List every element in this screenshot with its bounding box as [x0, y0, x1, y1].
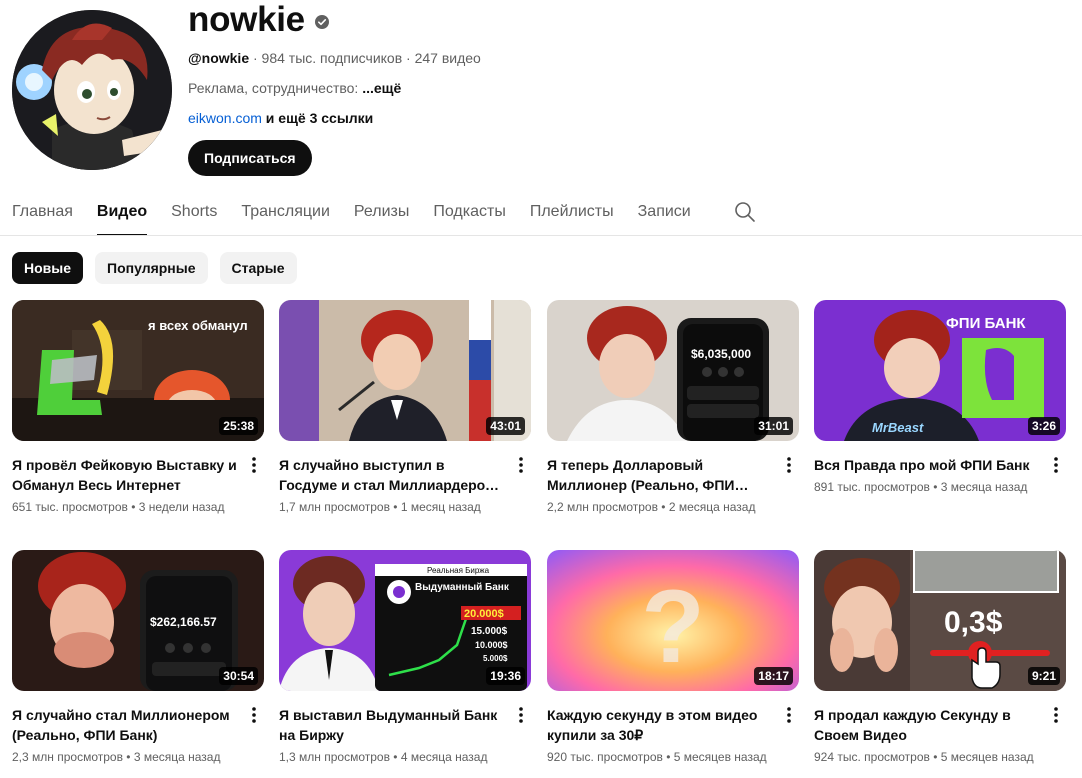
video-title[interactable]: Я случайно стал Миллионером (Реально, ФП…	[12, 705, 237, 745]
thumb-balance: $6,035,000	[691, 347, 751, 361]
more-links-button[interactable]: и ещё 3 ссылки	[262, 110, 374, 126]
video-duration: 3:26	[1027, 417, 1060, 435]
thumb-question-mark: ?	[641, 569, 705, 685]
video-thumbnail[interactable]: $262,166.57 30:54	[12, 550, 264, 691]
video-title[interactable]: Я теперь Долларовый Миллионер (Реально, …	[547, 455, 772, 495]
tab-videos[interactable]: Видео	[96, 190, 148, 236]
tabs-divider	[0, 235, 1082, 236]
video-duration: 19:36	[486, 667, 525, 685]
tab-home[interactable]: Главная	[12, 190, 73, 236]
video-title[interactable]: Я провёл Фейковую Выставку и Обманул Вес…	[12, 455, 237, 495]
video-card[interactable]: 43:01 Я случайно выступил в Госдуме и ст…	[279, 300, 531, 514]
video-thumbnail[interactable]: MrBeast ФПИ БАНК 3:26	[814, 300, 1066, 441]
more-actions-icon[interactable]	[781, 455, 797, 475]
thumb-price: 0,3$	[944, 606, 1003, 639]
video-title[interactable]: Я выставил Выдуманный Банк на Биржу	[279, 705, 504, 745]
tab-playlists[interactable]: Плейлисты	[530, 190, 614, 236]
channel-stats: · 984 тыс. подписчиков · 247 видео	[249, 50, 481, 66]
video-meta: 2,3 млн просмотров • 3 месяца назад	[12, 750, 221, 764]
more-actions-icon[interactable]	[246, 705, 262, 725]
tab-releases[interactable]: Релизы	[354, 190, 409, 236]
video-meta: 1,7 млн просмотров • 1 месяц назад	[279, 500, 481, 514]
thumb-price-2: 15.000$	[471, 626, 508, 637]
video-card[interactable]: я всех обманул 25:38 Я провёл Фейковую В…	[12, 300, 264, 514]
chip-newest[interactable]: Новые	[12, 252, 84, 284]
channel-avatar[interactable]	[12, 10, 172, 170]
tab-shorts[interactable]: Shorts	[171, 190, 217, 236]
video-thumbnail[interactable]: ? 18:17	[547, 550, 799, 691]
video-meta: 1,3 млн просмотров • 4 месяца назад	[279, 750, 488, 764]
thumb-caption: я всех обманул	[148, 318, 248, 333]
channel-description[interactable]: Реклама, сотрудничество: ...ещё	[188, 80, 401, 96]
tab-live[interactable]: Трансляции	[241, 190, 330, 236]
description-more-link[interactable]: ...ещё	[362, 80, 401, 96]
tab-posts[interactable]: Записи	[638, 190, 691, 236]
video-thumbnail[interactable]: $6,035,000 31:01	[547, 300, 799, 441]
channel-link[interactable]: eikwon.com	[188, 110, 262, 126]
video-title[interactable]: Каждую секунду в этом видео купили за 30…	[547, 705, 772, 745]
video-duration: 31:01	[754, 417, 793, 435]
video-title[interactable]: Я продал каждую Секунду в Своем Видео	[814, 705, 1039, 745]
chip-oldest[interactable]: Старые	[219, 252, 297, 284]
sort-chips: Новые Популярные Старые	[12, 252, 297, 284]
chip-popular[interactable]: Популярные	[95, 252, 208, 284]
thumb-bank-name: Выдуманный Банк	[415, 582, 510, 593]
thumb-balance: $262,166.57	[150, 615, 217, 629]
video-thumbnail[interactable]: я всех обманул 25:38	[12, 300, 264, 441]
thumb-price-3: 10.000$	[475, 640, 508, 650]
video-title[interactable]: Я случайно выступил в Госдуме и стал Мил…	[279, 455, 504, 495]
video-meta: 651 тыс. просмотров • 3 недели назад	[12, 500, 225, 514]
more-actions-icon[interactable]	[246, 455, 262, 475]
more-actions-icon[interactable]	[513, 455, 529, 475]
video-card[interactable]: $262,166.57 30:54 Я случайно стал Миллио…	[12, 550, 264, 764]
video-card[interactable]: $6,035,000 31:01 Я теперь Долларовый Мил…	[547, 300, 799, 514]
verified-badge-icon	[314, 15, 329, 29]
more-actions-icon[interactable]	[513, 705, 529, 725]
video-meta: 2,2 млн просмотров • 2 месяца назад	[547, 500, 756, 514]
channel-meta: @nowkie · 984 тыс. подписчиков · 247 вид…	[188, 50, 481, 66]
channel-links: eikwon.com и ещё 3 ссылки	[188, 110, 373, 126]
description-text: Реклама, сотрудничество:	[188, 80, 363, 96]
video-meta: 924 тыс. просмотров • 5 месяцев назад	[814, 750, 1034, 764]
video-duration: 43:01	[486, 417, 525, 435]
more-actions-icon[interactable]	[1048, 455, 1064, 475]
thumb-price-1: 20.000$	[464, 608, 504, 620]
video-title[interactable]: Вся Правда про мой ФПИ Банк	[814, 455, 1039, 475]
video-duration: 9:21	[1027, 667, 1060, 685]
channel-name-text: nowkie	[188, 0, 305, 39]
more-actions-icon[interactable]	[781, 705, 797, 725]
video-meta: 920 тыс. просмотров • 5 месяцев назад	[547, 750, 767, 764]
video-card[interactable]: 0,3$ 9:21 Я продал каждую Секунду в Свое…	[814, 550, 1066, 764]
thumb-price-4: 5.000$	[483, 654, 508, 663]
video-meta: 891 тыс. просмотров • 3 месяца назад	[814, 480, 1028, 494]
channel-name: nowkie	[188, 0, 329, 40]
video-thumbnail[interactable]: 43:01	[279, 300, 531, 441]
tab-podcasts[interactable]: Подкасты	[433, 190, 505, 236]
video-duration: 30:54	[219, 667, 258, 685]
video-thumbnail[interactable]: 0,3$ 9:21	[814, 550, 1066, 691]
thumb-bank-title: ФПИ БАНК	[946, 315, 1026, 332]
thumb-shirt-text: MrBeast	[872, 420, 924, 435]
video-thumbnail[interactable]: Реальная Биржа Выдуманный Банк 20.000$ 1…	[279, 550, 531, 691]
more-actions-icon[interactable]	[1048, 705, 1064, 725]
thumb-exchange-header: Реальная Биржа	[427, 566, 490, 575]
channel-handle: @nowkie	[188, 50, 250, 66]
video-card[interactable]: ? 18:17 Каждую секунду в этом видео купи…	[547, 550, 799, 764]
video-duration: 25:38	[219, 417, 258, 435]
video-card[interactable]: Реальная Биржа Выдуманный Банк 20.000$ 1…	[279, 550, 531, 764]
video-card[interactable]: MrBeast ФПИ БАНК 3:26 Вся Правда про мой…	[814, 300, 1066, 494]
video-duration: 18:17	[754, 667, 793, 685]
subscribe-button[interactable]: Подписаться	[188, 140, 312, 176]
channel-tabs: Главная Видео Shorts Трансляции Релизы П…	[12, 190, 715, 236]
search-icon[interactable]	[734, 201, 756, 223]
